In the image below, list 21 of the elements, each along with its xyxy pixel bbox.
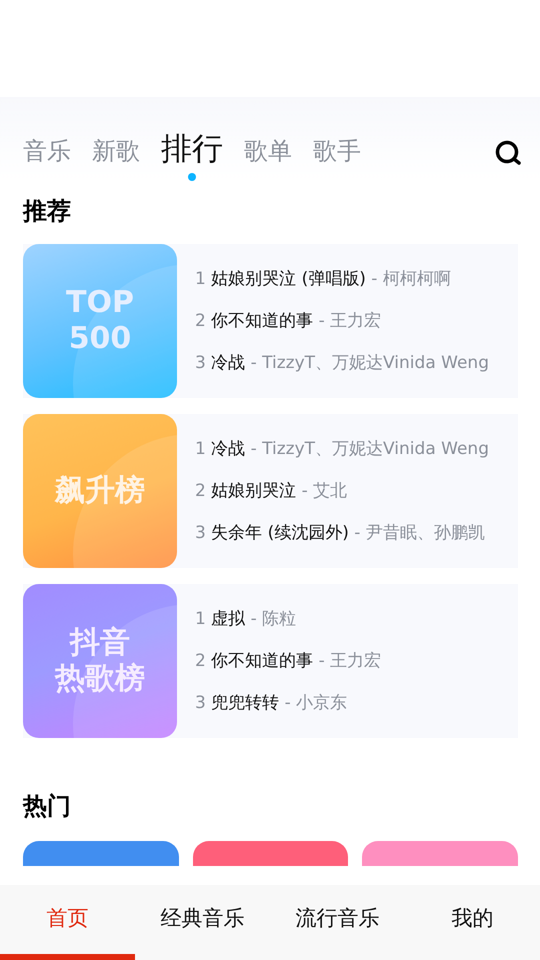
song-entry[interactable]: 1 虚拟 - 陈粒 <box>195 606 382 632</box>
song-entry[interactable]: 3 冷战 - TizzyT、万妮达Vinida Weng <box>195 350 489 376</box>
section-heading: 推荐 <box>23 196 71 227</box>
category-tab[interactable]: 排行 <box>161 131 223 167</box>
chart-card[interactable]: 抖音 热歌榜 1 虚拟 - 陈粒 2 你不知道的事 - 王力宏 3 兜兜转转 - 小京东 <box>23 584 518 738</box>
song-entry[interactable]: 3 失余年 (续沈园外) - 尹昔眠、孙鹏凯 <box>195 520 489 546</box>
song-entry[interactable]: 1 姑娘别哭泣 (弹唱版) - 柯柯柯啊 <box>195 266 489 292</box>
song-entry[interactable]: 1 冷战 - TizzyT、万妮达Vinida Weng <box>195 436 489 462</box>
nav-tab[interactable]: 经典音乐 <box>135 885 270 960</box>
section-heading: 热门 <box>23 791 71 822</box>
song-entry[interactable]: 2 姑娘别哭泣 - 艾北 <box>195 478 489 504</box>
song-entry[interactable]: 2 你不知道的事 - 王力宏 <box>195 308 489 334</box>
song-entry[interactable]: 2 你不知道的事 - 王力宏 <box>195 648 382 674</box>
chart-card[interactable]: 飙升榜 1 冷战 - TizzyT、万妮达Vinida Weng 2 姑娘别哭泣 - 艾北 3 失余年 (续沈园外) - 尹昔眠、孙鹏凯 <box>23 414 518 568</box>
nav-tab[interactable]: 我的 <box>405 885 540 960</box>
nav-tab[interactable]: 首页 <box>0 885 135 960</box>
search-icon[interactable] <box>494 139 522 167</box>
nav-tab[interactable]: 流行音乐 <box>270 885 405 960</box>
selected-dot <box>188 173 196 181</box>
song-entry[interactable]: 3 兜兜转转 - 小京东 <box>195 690 382 716</box>
chart-card[interactable]: TOP 500 1 姑娘别哭泣 (弹唱版) - 柯柯柯啊 2 你不知道的事 - 王力宏 3 冷战 - TizzyT、万妮达Vinida Weng <box>23 244 518 398</box>
